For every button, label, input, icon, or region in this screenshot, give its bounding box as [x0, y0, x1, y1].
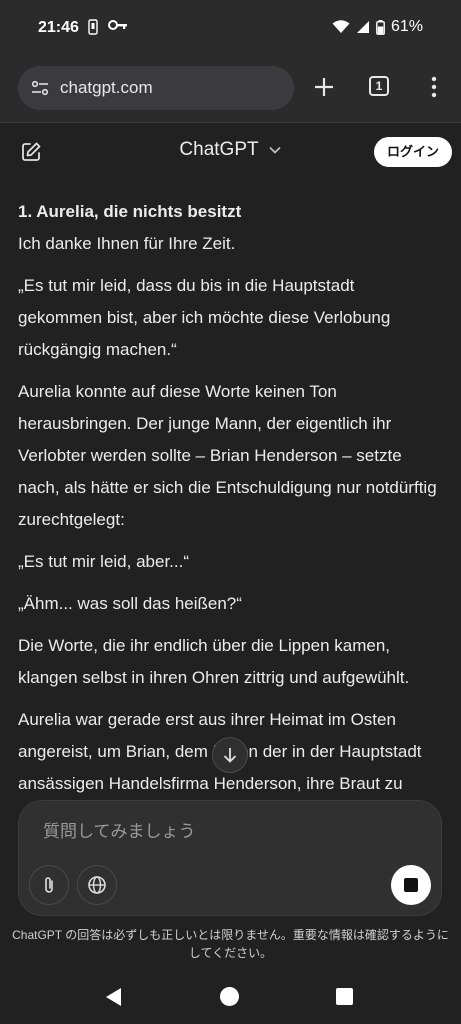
chevron-down-icon[interactable] — [268, 145, 282, 155]
notification-icon — [88, 19, 98, 35]
arrow-down-icon — [223, 748, 237, 763]
app-header: ChatGPT ログイン — [0, 122, 461, 181]
menu-icon[interactable] — [424, 74, 444, 100]
system-navigation-bar — [0, 968, 461, 1024]
recent-apps-icon[interactable] — [336, 988, 353, 1005]
login-button[interactable]: ログイン — [374, 137, 452, 167]
battery-level: 61% — [390, 18, 423, 35]
address-bar[interactable]: chatgpt.com — [18, 66, 294, 110]
message-heading: 1. Aurelia, die nichts besitzt — [18, 202, 242, 221]
url-text[interactable]: chatgpt.com — [60, 78, 153, 98]
key-icon — [108, 20, 127, 30]
disclaimer: ChatGPT の回答は必ずしも正しいとは限りません。重要な情報は確認するように… — [12, 928, 449, 960]
message-paragraph: „Ähm... was soll das heißen?“ — [18, 594, 242, 613]
message-paragraph: „Es tut mir leid, aber...“ — [18, 552, 189, 571]
prompt-input[interactable] — [41, 819, 425, 845]
plus-icon[interactable] — [310, 73, 338, 101]
site-settings-icon[interactable] — [30, 78, 50, 98]
stop-icon — [404, 878, 418, 892]
message-paragraph: Ich danke Ihnen für Ihre Zeit. — [18, 234, 236, 253]
message-paragraph: „Es tut mir leid, dass du bis in die Hau… — [18, 276, 391, 359]
message-composer — [18, 800, 442, 916]
battery-icon — [376, 19, 385, 35]
web-search-button[interactable] — [77, 865, 117, 905]
wifi-icon — [332, 20, 350, 33]
browser-toolbar: chatgpt.com 1 — [0, 56, 461, 122]
message-paragraph: Die Worte, die ihr endlich über die Lipp… — [18, 636, 410, 687]
stop-generating-button[interactable] — [391, 865, 431, 905]
status-right-cluster: 61% — [332, 18, 423, 36]
assistant-message: 1. Aurelia, die nichts besitzt Ich danke… — [18, 196, 438, 804]
message-paragraph: Aurelia konnte auf diese Worte keinen To… — [18, 382, 437, 529]
app-title[interactable]: ChatGPT — [179, 139, 258, 160]
status-time: 21:46 — [38, 19, 79, 36]
attach-button[interactable] — [29, 865, 69, 905]
back-icon[interactable] — [105, 987, 123, 1007]
signal-icon — [356, 21, 369, 33]
paperclip-icon — [45, 877, 53, 893]
home-icon[interactable] — [220, 987, 239, 1006]
globe-icon — [88, 876, 106, 894]
tabs-icon[interactable]: 1 — [369, 76, 389, 96]
scroll-to-bottom-button[interactable] — [212, 737, 248, 773]
status-bar: 21:46 61% — [0, 0, 461, 56]
